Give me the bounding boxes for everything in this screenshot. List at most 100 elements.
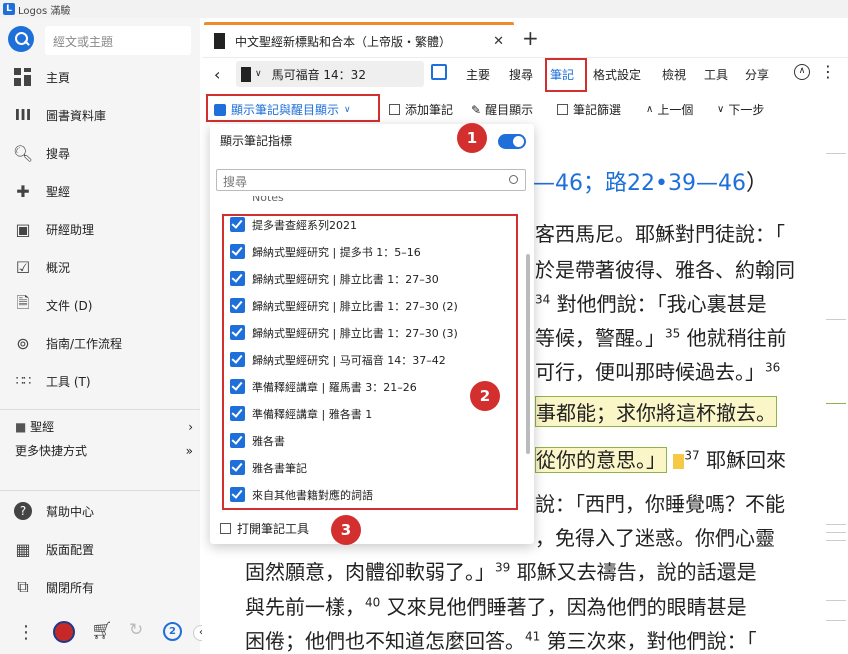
sidebar-item-search[interactable]: 🔍︎ 搜尋 xyxy=(0,135,200,171)
show-note-indicators-label: 顯示筆記指標 xyxy=(220,134,293,148)
sidebar-search-input[interactable]: 經文或主題 xyxy=(45,26,191,55)
scroll-marker xyxy=(826,524,846,525)
menu-view[interactable]: 檢視 xyxy=(662,66,686,83)
dropdown-search-input[interactable]: 搜尋 xyxy=(216,169,526,191)
sidebar-item-documents[interactable]: 🗎︎ 文件 (D) xyxy=(0,287,200,323)
sidebar-divider xyxy=(0,490,200,491)
dropdown-scrollbar[interactable] xyxy=(526,254,530,454)
scroll-marker xyxy=(826,532,846,533)
highlighted-text[interactable]: 事都能；求你將這杯撤去。 xyxy=(535,396,777,427)
guides-icon: ⊚ xyxy=(16,333,30,353)
study-assistant-icon: ▣ xyxy=(15,219,31,239)
sidebar-item-study-assistant[interactable]: ▣ 研經助理 xyxy=(0,211,200,247)
documents-icon: 🗎︎ xyxy=(16,292,30,312)
cart-icon[interactable]: 🛒︎ xyxy=(91,621,113,641)
notes-highlight-toggle[interactable]: 顯示筆記與醒目顯示 ∨ xyxy=(214,101,351,118)
book-icon xyxy=(214,33,225,49)
text-line: 等候，警醒。」35 他就稍往前 xyxy=(535,326,787,350)
search-icon xyxy=(509,175,518,184)
more-vertical-icon[interactable]: ⋮ xyxy=(17,622,35,643)
text-line: ，免得入了迷惑。你們心靈 xyxy=(535,526,775,550)
sidebar-divider xyxy=(0,409,200,410)
list-item[interactable]: Notes xyxy=(230,196,520,211)
chevron-up-icon[interactable]: ∧ xyxy=(794,64,810,80)
sidebar-bottom-bar: ⋮ 🛒︎ ↻ 2 ‹ xyxy=(0,618,209,654)
more-shortcuts[interactable]: 更多快捷方式 » xyxy=(15,442,193,459)
overview-icon: ☑ xyxy=(15,257,31,277)
app-title: Logos 滿驗 xyxy=(18,5,71,17)
show-note-indicators-toggle[interactable] xyxy=(498,134,526,149)
menu-format[interactable]: 格式設定 xyxy=(593,66,641,83)
sidebar-item-tools[interactable]: ∷∷ 工具 (T) xyxy=(0,363,200,399)
dashboard-icon xyxy=(13,67,33,87)
layout-icon: ▦ xyxy=(15,539,31,559)
add-tab-icon[interactable]: + xyxy=(522,26,539,50)
pen-icon: ✎ xyxy=(471,102,482,117)
menu-search[interactable]: 搜尋 xyxy=(509,66,533,83)
filter-icon xyxy=(557,104,568,115)
verse-references: —46；路22•39—46） xyxy=(533,171,768,196)
notes-stack-icon xyxy=(214,103,226,116)
back-icon[interactable]: ‹ xyxy=(214,65,220,84)
tab-bible[interactable]: 中文聖經新標點和合本（上帝版・繁體） ✕ xyxy=(204,22,514,57)
tools-icon: ∷∷ xyxy=(15,373,32,389)
sidebar-item-help[interactable]: ? 幫助中心 xyxy=(0,493,200,529)
note-filter-button[interactable]: 筆記篩選 xyxy=(557,101,621,118)
scroll-marker xyxy=(826,540,846,541)
open-notes-tool-button[interactable]: 打開筆記工具 xyxy=(220,520,309,537)
sidebar-item-overview[interactable]: ☑ 概況 xyxy=(0,249,200,285)
more-vertical-icon[interactable]: ⋮ xyxy=(820,62,836,81)
scroll-marker xyxy=(826,319,846,320)
close-icon[interactable]: ✕ xyxy=(493,34,504,49)
chevron-right-icon: › xyxy=(188,419,193,434)
help-icon: ? xyxy=(13,501,33,521)
next-button[interactable]: ∨ 下一步 xyxy=(717,101,764,118)
callout-badge-3: 3 xyxy=(331,515,361,545)
library-icon: III xyxy=(14,106,32,124)
sidebar-item-close-all[interactable]: ⧉ 關閉所有 xyxy=(0,569,200,605)
sidebar: 經文或主題 主頁 III 圖書資料庫 🔍︎ 搜尋 ✚ 聖經 ▣ 研經助理 ☑ 概… xyxy=(0,18,209,654)
sidebar-item-layout[interactable]: ▦ 版面配置 xyxy=(0,531,200,567)
callout-badge-2: 2 xyxy=(470,381,500,411)
book-icon xyxy=(241,66,251,82)
calendar-check-icon[interactable] xyxy=(431,64,447,80)
search-logo-icon[interactable] xyxy=(8,26,34,52)
text-line: 說：「西門，你睡覺嗎？不能 xyxy=(535,492,785,516)
highlighted-text[interactable]: 從你的意思。」 xyxy=(535,447,667,473)
highlight-button[interactable]: ✎ 醒目顯示 xyxy=(471,101,533,118)
reference-box[interactable]: ∨ 馬可福音 14：32 xyxy=(236,61,424,87)
menu-tools[interactable]: 工具 xyxy=(704,66,728,83)
menu-share[interactable]: 分享 xyxy=(745,66,769,83)
title-bar: L Logos 滿驗 xyxy=(0,0,848,18)
text-line: 困倦；他們也不知道怎麼回答。41 第三次來，對他們說：「 xyxy=(245,629,757,653)
sidebar-item-guides[interactable]: ⊚ 指南/工作流程 xyxy=(0,325,200,361)
text-line: 從你的意思。」 37 耶穌回來 xyxy=(535,447,786,473)
search-icon: 🔍︎ xyxy=(12,143,34,163)
notifications-icon[interactable]: 2 xyxy=(163,622,182,641)
text-line: 34 對他們說：「我心裏甚是 xyxy=(535,292,767,316)
avatar[interactable] xyxy=(53,621,75,643)
notes-tab-callout xyxy=(545,58,587,92)
prev-button[interactable]: ∧ 上一個 xyxy=(646,101,693,118)
chevron-up-icon: ∧ xyxy=(646,104,654,115)
notes-tool-icon xyxy=(220,523,231,534)
bible-icon: ✚ xyxy=(16,181,30,201)
sidebar-item-bible[interactable]: ✚ 聖經 xyxy=(0,173,200,209)
sidebar-item-library[interactable]: III 圖書資料庫 xyxy=(0,97,200,133)
text-line: 可行，便叫那時候過去。」36 xyxy=(535,360,781,384)
scroll-marker xyxy=(826,153,846,154)
add-note-button[interactable]: 添加筆記 xyxy=(389,101,453,118)
menu-main[interactable]: 主要 xyxy=(466,66,490,83)
sync-icon[interactable]: ↻ xyxy=(129,620,143,640)
shortcut-bible[interactable]: ■ 聖經 › xyxy=(15,418,193,435)
cross-reference-link[interactable]: 路22•39—46 xyxy=(605,171,746,196)
sidebar-item-home[interactable]: 主頁 xyxy=(0,59,200,95)
text-line: 固然願意，肉體卻軟弱了。」39 耶穌又去禱告，說的話還是 xyxy=(245,560,757,584)
chevron-down-icon: ∨ xyxy=(255,69,262,79)
note-marker-icon[interactable] xyxy=(673,454,685,469)
chevron-down-icon: ∨ xyxy=(344,104,351,115)
app-logo-icon: L xyxy=(3,3,15,15)
close-all-icon: ⧉ xyxy=(17,577,29,596)
double-chevron-icon: » xyxy=(185,443,193,458)
scroll-marker xyxy=(826,600,846,601)
